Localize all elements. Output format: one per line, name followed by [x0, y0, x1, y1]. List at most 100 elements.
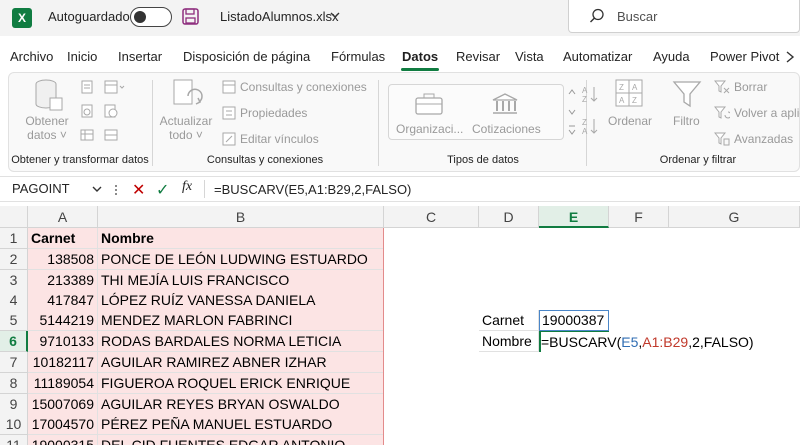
get-data-button[interactable]: Obtener datos ˅ — [14, 114, 80, 142]
tab-inicio[interactable]: Inicio — [67, 49, 97, 64]
more-options-icon[interactable] — [114, 184, 118, 196]
formula-input[interactable]: =BUSCARV(E5,A1:B29,2,FALSO) — [214, 182, 411, 197]
cancel-icon[interactable]: ✕ — [132, 180, 145, 200]
chevron-down-icon[interactable] — [92, 186, 102, 193]
stocks-icon — [492, 93, 518, 114]
search-box[interactable]: Buscar — [568, 0, 800, 33]
tab-vista[interactable]: Vista — [515, 49, 544, 64]
row-header-7[interactable]: 7 — [0, 352, 28, 373]
cell-d5[interactable]: Carnet — [479, 310, 539, 331]
clear-filter-button[interactable]: Borrar — [734, 80, 767, 94]
more-tabs-icon[interactable] — [784, 50, 796, 64]
from-web-icon[interactable] — [80, 104, 94, 118]
row-header-1[interactable]: 1 — [0, 228, 28, 249]
svg-text:A: A — [582, 127, 588, 136]
sort-az-icon[interactable]: AZ — [580, 84, 600, 104]
filter-button[interactable]: Filtro — [673, 114, 700, 128]
enter-icon[interactable]: ✓ — [156, 180, 169, 200]
autosave-toggle[interactable] — [130, 7, 172, 27]
from-text-icon[interactable] — [80, 80, 94, 94]
row-header-10[interactable]: 10 — [0, 414, 28, 435]
select-all-corner[interactable] — [0, 206, 28, 228]
row-header-8[interactable]: 8 — [0, 373, 28, 394]
column-header-f[interactable]: F — [609, 206, 669, 228]
tab-disposicion[interactable]: Disposición de página — [183, 49, 310, 64]
reapply-icon — [714, 106, 730, 119]
table-row-carnet[interactable]: 9710133 — [28, 331, 98, 352]
ribbon-tabs: Archivo Inicio Insertar Disposición de p… — [0, 44, 800, 71]
from-table-icon[interactable] — [80, 128, 94, 142]
cell-a1[interactable]: Carnet — [28, 228, 98, 249]
cell-b1[interactable]: Nombre — [98, 228, 384, 249]
svg-text:A: A — [582, 86, 588, 95]
table-row-carnet[interactable]: 17004570 — [28, 414, 98, 435]
row-header-9[interactable]: 9 — [0, 394, 28, 415]
row-header-5[interactable]: 5 — [0, 310, 28, 331]
tab-ayuda[interactable]: Ayuda — [653, 49, 690, 64]
row-header-4[interactable]: 4 — [0, 290, 28, 311]
row-header-11[interactable]: 11 — [0, 435, 28, 445]
tab-datos[interactable]: Datos — [402, 49, 438, 64]
save-icon[interactable] — [182, 8, 199, 25]
table-row-carnet[interactable]: 213389 — [28, 270, 98, 291]
tab-revisar[interactable]: Revisar — [456, 49, 500, 64]
table-row-nombre[interactable]: AGUILAR RAMIREZ ABNER IZHAR — [98, 352, 384, 373]
table-row-nombre[interactable]: PONCE DE LEÓN LUDWING ESTUARDO — [98, 249, 384, 270]
table-row-carnet[interactable]: 138508 — [28, 249, 98, 270]
column-header-d[interactable]: D — [479, 206, 539, 228]
cell-e6-editor[interactable]: =BUSCARV(E5,A1:B29,2,FALSO) — [541, 332, 758, 352]
column-header-e[interactable]: E — [539, 206, 609, 228]
recent-sources-icon[interactable] — [104, 80, 126, 94]
table-row-carnet[interactable]: 19000315 — [28, 435, 98, 445]
cell-d6[interactable]: Nombre — [479, 331, 539, 352]
table-row-carnet[interactable]: 5144219 — [28, 310, 98, 331]
table-row-carnet[interactable]: 15007069 — [28, 394, 98, 415]
refresh-all-button[interactable]: Actualizar todo ˅ — [156, 114, 216, 142]
table-row-carnet[interactable]: 11189054 — [28, 373, 98, 394]
from-picture-icon[interactable] — [104, 128, 118, 142]
tab-archivo[interactable]: Archivo — [10, 49, 53, 64]
column-header-c[interactable]: C — [384, 206, 479, 228]
organization-type-button[interactable]: Organizaci... — [396, 122, 463, 136]
search-placeholder: Buscar — [617, 9, 658, 24]
sort-button[interactable]: Ordenar — [608, 114, 652, 128]
excel-logo-icon: X — [12, 8, 32, 28]
table-row-nombre[interactable]: MENDEZ MARLON FABRINCI — [98, 310, 384, 331]
table-row-carnet[interactable]: 10182117 — [28, 352, 98, 373]
column-header-g[interactable]: G — [669, 206, 800, 228]
file-name[interactable]: ListadoAlumnos.xlsx — [220, 9, 339, 24]
svg-text:A: A — [619, 96, 625, 105]
edit-links-button[interactable]: Editar vínculos — [240, 132, 319, 146]
queries-connections-button[interactable]: Consultas y conexiones — [240, 80, 367, 94]
chevron-down-icon[interactable] — [330, 12, 340, 19]
existing-connections-icon[interactable] — [104, 104, 118, 118]
table-row-nombre[interactable]: THI MEJÍA LUIS FRANCISCO — [98, 270, 384, 291]
table-row-nombre[interactable]: RODAS BARDALES NORMA LETICIA — [98, 331, 384, 352]
table-row-nombre[interactable]: PÉREZ PEÑA MANUEL ESTUARDO — [98, 414, 384, 435]
toggle-knob — [134, 10, 146, 23]
table-row-nombre[interactable]: FIGUEROA ROQUEL ERICK ENRIQUE — [98, 373, 384, 394]
properties-button[interactable]: Propiedades — [240, 106, 307, 120]
table-row-carnet[interactable]: 417847 — [28, 290, 98, 311]
stocks-type-button[interactable]: Cotizaciones — [472, 122, 541, 136]
row-header-2[interactable]: 2 — [0, 249, 28, 270]
reapply-button[interactable]: Volver a aplicar — [734, 106, 800, 120]
table-row-nombre[interactable]: LÓPEZ RUÍZ VANESSA DANIELA — [98, 290, 384, 311]
gallery-scroll-icon[interactable] — [566, 84, 578, 140]
column-header-a[interactable]: A — [28, 206, 98, 228]
get-data-label-2: datos ˅ — [27, 128, 67, 142]
tab-automatizar[interactable]: Automatizar — [563, 49, 632, 64]
tab-formulas[interactable]: Fórmulas — [331, 49, 385, 64]
insert-function-icon[interactable]: fx — [182, 179, 192, 195]
table-row-nombre[interactable]: AGUILAR REYES BRYAN OSWALDO — [98, 394, 384, 415]
tab-insertar[interactable]: Insertar — [118, 49, 162, 64]
advanced-filter-button[interactable]: Avanzadas — [734, 132, 793, 146]
table-row-nombre[interactable]: DEL CID FUENTES EDGAR ANTONIO — [98, 435, 384, 445]
table-border — [383, 228, 384, 445]
row-header-6[interactable]: 6 — [0, 331, 28, 352]
tab-power-pivot[interactable]: Power Pivot — [710, 49, 779, 64]
row-header-3[interactable]: 3 — [0, 270, 28, 291]
column-header-b[interactable]: B — [98, 206, 384, 228]
sort-za-icon[interactable]: ZA — [580, 116, 600, 136]
group-separator — [152, 80, 153, 166]
